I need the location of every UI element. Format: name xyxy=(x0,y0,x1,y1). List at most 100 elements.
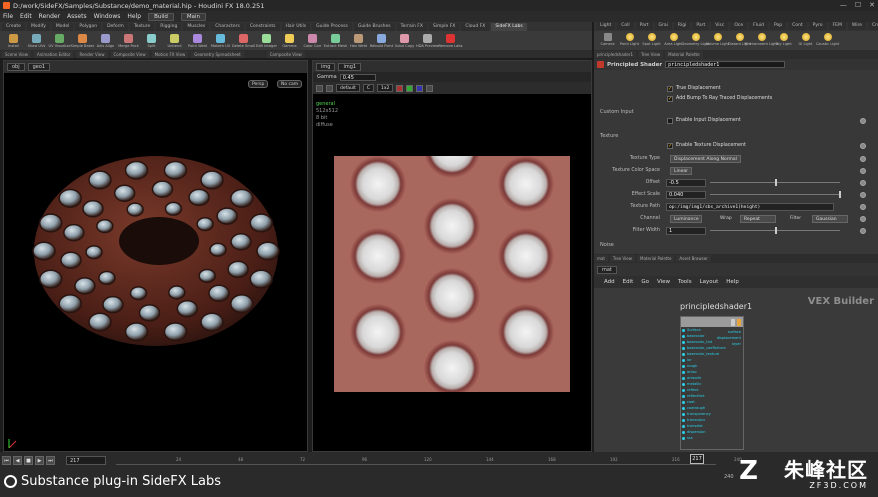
node-display-flag[interactable] xyxy=(737,318,741,326)
enable-texture-displacement-checkbox[interactable]: ✓ xyxy=(667,142,673,149)
lights-shelf-tab[interactable]: Part xyxy=(692,22,710,30)
shelf-tool[interactable]: Point Weld xyxy=(188,33,207,48)
gear-icon[interactable] xyxy=(860,142,866,149)
lights-shelf-tab[interactable]: Cont xyxy=(788,22,807,30)
lights-shelf-tab[interactable]: Crowd xyxy=(867,22,878,30)
viewport-path[interactable]: obj xyxy=(7,63,25,71)
menu-assets[interactable]: Assets xyxy=(67,13,87,20)
light-tool[interactable]: Spot Light xyxy=(642,33,661,46)
gear-icon[interactable] xyxy=(860,227,866,234)
noise-section[interactable]: Noise xyxy=(600,242,614,248)
net-menu-tools[interactable]: Tools xyxy=(678,279,692,285)
shelf-tab[interactable]: Rigging xyxy=(156,22,182,31)
time-ruler[interactable]: 24 48 72 96 120 144 168 192 216 240 xyxy=(116,457,742,465)
tab-tree-view-2[interactable]: Tree View xyxy=(609,255,636,262)
net-menu-layout[interactable]: Layout xyxy=(700,279,719,285)
shelf-tab[interactable]: Constraints xyxy=(245,22,280,31)
pane-tab[interactable]: Geometry Spreadsheet xyxy=(191,50,244,58)
tab-asset-browser[interactable]: Asset Browser xyxy=(676,255,711,262)
shelf-tool[interactable]: Extract Mesh xyxy=(324,33,347,48)
alpha-channel-icon[interactable] xyxy=(426,84,434,92)
shelf-tool[interactable]: Delete Small xyxy=(232,33,255,48)
shelf-tab[interactable]: Terrain FX xyxy=(396,22,427,31)
network-path[interactable]: mat xyxy=(597,265,617,274)
shelf-tab[interactable]: Model xyxy=(51,22,74,31)
lights-shelf-tab[interactable]: Rigi xyxy=(673,22,691,30)
filter-width-slider[interactable] xyxy=(710,227,840,234)
menu-help[interactable]: Help xyxy=(127,13,141,20)
composite-node[interactable]: img1 xyxy=(338,62,362,71)
blue-channel-icon[interactable] xyxy=(416,84,424,92)
light-tool[interactable]: Environment Light xyxy=(745,33,778,46)
scene-viewport[interactable]: obj geo1 Persp No cam xyxy=(3,60,308,452)
lights-shelf-tab[interactable]: Pop xyxy=(769,22,787,30)
shelf-tool[interactable]: Remove Labs xyxy=(438,33,463,48)
add-bump-checkbox[interactable]: ✓ xyxy=(667,95,673,102)
view-tool-icon[interactable] xyxy=(326,84,333,92)
red-channel-icon[interactable] xyxy=(396,84,404,92)
shelf-tool[interactable]: Hex Weld xyxy=(349,33,368,48)
shelf-tool[interactable]: Gamma xyxy=(280,33,299,48)
effect-scale-field[interactable]: 0.040 xyxy=(666,190,706,199)
light-tool[interactable]: Camera xyxy=(598,33,617,46)
play-button[interactable]: ▶ xyxy=(35,456,44,465)
shelf-tab[interactable]: Muscles xyxy=(183,22,210,31)
gear-icon[interactable] xyxy=(860,117,866,124)
pane-tab[interactable]: Composite View xyxy=(110,50,149,58)
shelf-tool[interactable]: Color Corr xyxy=(303,33,322,48)
resolution-select[interactable]: 1x2 xyxy=(377,84,394,92)
pane-tab[interactable]: Render View xyxy=(76,50,108,58)
net-menu-view[interactable]: View xyxy=(657,279,670,285)
gear-icon[interactable] xyxy=(860,191,866,198)
shelf-tab[interactable]: Characters xyxy=(211,22,244,31)
gear-icon[interactable] xyxy=(860,155,866,162)
light-tool[interactable]: GI Light xyxy=(796,33,815,46)
network-editor[interactable]: VEX Builder principledshader1 Surface bas… xyxy=(594,288,878,452)
light-tool[interactable]: Volume Light xyxy=(706,33,729,46)
shelf-tab[interactable]: Deform xyxy=(103,22,128,31)
node-name-field[interactable]: principledshader1 xyxy=(665,61,786,68)
lights-shelf-tab[interactable]: Coll xyxy=(617,22,634,30)
lights-shelf-tab[interactable]: Pyro xyxy=(808,22,827,30)
light-tool[interactable]: Point Light xyxy=(620,33,639,46)
context-dropdown[interactable]: Main xyxy=(180,12,207,21)
shelf-tool[interactable]: Maketh UV xyxy=(211,33,230,48)
shelf-tab[interactable]: Simple FX xyxy=(428,22,460,31)
node-input-port[interactable]: sss xyxy=(681,435,743,441)
texture-type-select[interactable]: Displacement Along Normal xyxy=(670,154,741,163)
pane-tab[interactable]: Scene View xyxy=(2,50,31,58)
output-layer[interactable]: layer xyxy=(732,342,741,346)
menu-edit[interactable]: Edit xyxy=(20,13,32,20)
tab-material-palette-2[interactable]: Material Palette xyxy=(637,255,675,262)
shelf-tab[interactable]: Guide Brushes xyxy=(353,22,395,31)
output-displacement[interactable]: displacement xyxy=(717,336,741,340)
shelf-tool[interactable]: Rebuild Point xyxy=(370,33,393,48)
menu-file[interactable]: File xyxy=(3,13,13,20)
shelf-tool[interactable]: Edit Integer xyxy=(256,33,277,48)
shelf-tool[interactable]: UV Visualize xyxy=(48,33,71,48)
shelf-tool[interactable]: HDA Preview xyxy=(416,33,439,48)
gear-icon[interactable] xyxy=(860,167,866,174)
texture-section[interactable]: Texture xyxy=(600,133,618,139)
net-menu-go[interactable]: Go xyxy=(641,279,649,285)
channel-select[interactable]: Luminance xyxy=(670,214,702,223)
pane-tab[interactable]: Composite View xyxy=(266,50,305,58)
jump-start-button[interactable]: ⏮ xyxy=(2,456,11,465)
lut-select[interactable]: C xyxy=(362,84,374,92)
lights-shelf-tab[interactable]: Fluid xyxy=(749,22,768,30)
maximize-button[interactable]: ☐ xyxy=(855,1,861,9)
offset-field[interactable]: -0.5 xyxy=(666,178,706,187)
filter-width-slider-knob[interactable] xyxy=(775,227,777,234)
wrap-select[interactable]: Repeat xyxy=(740,214,776,223)
offset-slider-knob[interactable] xyxy=(775,179,777,186)
lights-shelf-tab[interactable]: FEM xyxy=(828,22,846,30)
tab-material-palette[interactable]: Material Palette xyxy=(665,51,703,58)
shelf-tool[interactable]: Unbend xyxy=(165,33,184,48)
close-button[interactable]: ✕ xyxy=(869,1,875,9)
frame-field[interactable]: 217 xyxy=(66,456,106,465)
shelf-tool[interactable]: Merge Pack xyxy=(118,33,139,48)
green-channel-icon[interactable] xyxy=(406,84,414,92)
light-tool[interactable]: Caustic Light xyxy=(816,33,839,46)
light-tool[interactable]: Geometry Light xyxy=(681,33,710,46)
filter-select[interactable]: Gaussian xyxy=(812,214,848,223)
